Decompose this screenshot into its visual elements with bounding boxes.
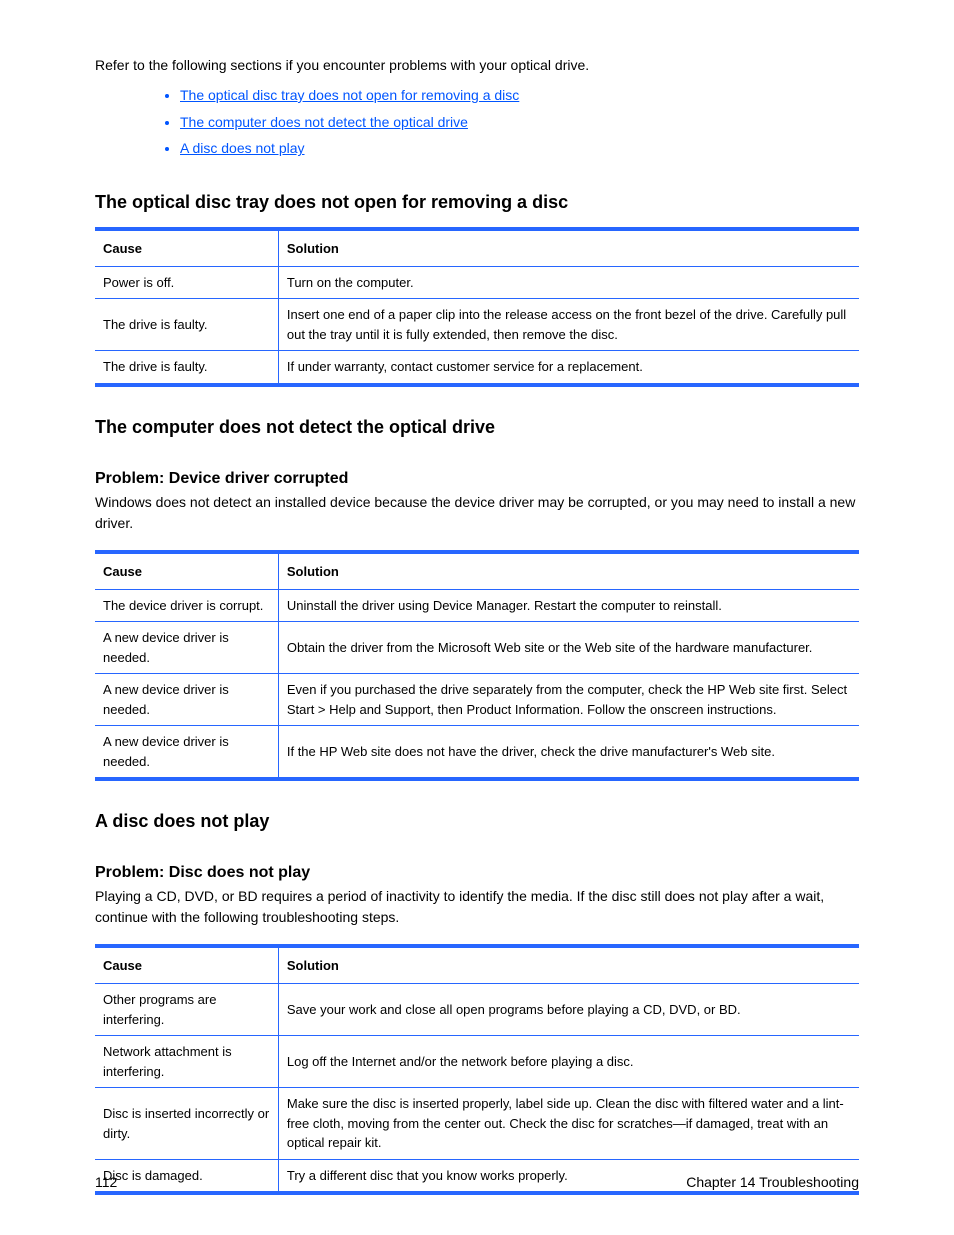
cell-cause: The drive is faulty. [95,351,278,385]
troubleshooting-table: Cause Solution The device driver is corr… [95,550,859,782]
cell-cause: Disc is inserted incorrectly or dirty. [95,1088,278,1160]
cell-cause: Power is off. [95,266,278,299]
cell-solution: Insert one end of a paper clip into the … [278,299,859,351]
col-header-solution: Solution [278,552,859,590]
link-list: The optical disc tray does not open for … [95,82,859,162]
table-header-row: Cause Solution [95,552,859,590]
col-header-cause: Cause [95,552,278,590]
link-optical-tray[interactable]: The optical disc tray does not open for … [180,87,519,103]
section-title: The optical disc tray does not open for … [95,192,859,213]
link-disc-not-play[interactable]: A disc does not play [180,140,305,156]
list-item: The optical disc tray does not open for … [180,82,859,109]
table-row: Network attachment is interfering. Log o… [95,1036,859,1088]
list-item: The computer does not detect the optical… [180,109,859,136]
col-header-solution: Solution [278,229,859,267]
cell-solution: Save your work and close all open progra… [278,984,859,1036]
section-title: The computer does not detect the optical… [95,417,859,438]
troubleshooting-table: Cause Solution Power is off. Turn on the… [95,227,859,387]
table-row: The drive is faulty. Insert one end of a… [95,299,859,351]
cell-solution: Even if you purchased the drive separate… [278,674,859,726]
cell-cause: Other programs are interfering. [95,984,278,1036]
table-row: A new device driver is needed. Even if y… [95,674,859,726]
table-row: Disc is inserted incorrectly or dirty. M… [95,1088,859,1160]
cell-solution: Obtain the driver from the Microsoft Web… [278,622,859,674]
table-row: A new device driver is needed. If the HP… [95,726,859,780]
table-header-row: Cause Solution [95,946,859,984]
page-container: Refer to the following sections if you e… [0,0,954,1235]
col-header-cause: Cause [95,946,278,984]
page-number: 112 [95,1174,117,1190]
table-row: Power is off. Turn on the computer. [95,266,859,299]
chapter-title: Chapter 14 Troubleshooting [686,1174,859,1190]
cell-solution: Log off the Internet and/or the network … [278,1036,859,1088]
problem-heading: Problem: Disc does not play [95,864,859,882]
table-row: The device driver is corrupt. Uninstall … [95,589,859,622]
table-header-row: Cause Solution [95,229,859,267]
col-header-solution: Solution [278,946,859,984]
cell-cause: A new device driver is needed. [95,622,278,674]
table-row: A new device driver is needed. Obtain th… [95,622,859,674]
table-row: The drive is faulty. If under warranty, … [95,351,859,385]
problem-description: Playing a CD, DVD, or BD requires a peri… [95,886,859,928]
cell-cause: A new device driver is needed. [95,674,278,726]
cell-solution: Uninstall the driver using Device Manage… [278,589,859,622]
problem-heading: Problem: Device driver corrupted [95,470,859,488]
list-item: A disc does not play [180,135,859,162]
intro-paragraph: Refer to the following sections if you e… [95,55,859,76]
troubleshooting-table: Cause Solution Other programs are interf… [95,944,859,1195]
link-not-detect[interactable]: The computer does not detect the optical… [180,114,468,130]
problem-description: Windows does not detect an installed dev… [95,492,859,534]
cell-cause: A new device driver is needed. [95,726,278,780]
cell-solution: Make sure the disc is inserted properly,… [278,1088,859,1160]
section-title: A disc does not play [95,811,859,832]
cell-cause: The device driver is corrupt. [95,589,278,622]
cell-solution: If the HP Web site does not have the dri… [278,726,859,780]
cell-cause: The drive is faulty. [95,299,278,351]
cell-cause: Disc is damaged. [95,1159,278,1193]
cell-solution: Turn on the computer. [278,266,859,299]
cell-cause: Network attachment is interfering. [95,1036,278,1088]
col-header-cause: Cause [95,229,278,267]
table-row: Other programs are interfering. Save you… [95,984,859,1036]
cell-solution: If under warranty, contact customer serv… [278,351,859,385]
